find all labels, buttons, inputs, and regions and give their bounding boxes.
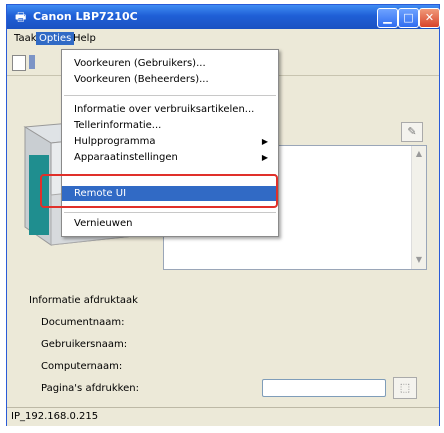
scrollbar[interactable]: ▲ ▼ <box>411 146 426 269</box>
highlight-box <box>40 174 278 208</box>
computer-name-label: Computernaam: <box>41 361 123 372</box>
scroll-up-icon[interactable]: ▲ <box>413 148 425 160</box>
menu-item-preferences-users[interactable]: Voorkeuren (Gebruikers)... <box>62 56 278 71</box>
window-title: Canon LBP7210C <box>33 10 138 23</box>
submenu-arrow-icon: ▶ <box>261 153 268 162</box>
menu-separator <box>64 212 276 213</box>
pages-progress-field <box>262 379 386 397</box>
toolbar-icon[interactable] <box>29 55 35 69</box>
status-bar: IP_192.168.0.215 <box>7 407 439 426</box>
menu-help[interactable]: Help <box>70 32 99 45</box>
menu-opties[interactable]: Opties <box>36 32 75 45</box>
menu-item-preferences-admins[interactable]: Voorkeuren (Beheerders)... <box>62 72 278 87</box>
printer-status-window: 🖶 Canon LBP7210C ▁ □ ✕ Taak Opties Help … <box>6 4 440 426</box>
minimize-button[interactable]: ▁ <box>377 8 398 28</box>
document-icon[interactable] <box>12 55 26 71</box>
title-bar: 🖶 Canon LBP7210C ▁ □ ✕ <box>7 5 440 29</box>
menu-item-utility[interactable]: Hulpprogramma ▶ <box>62 134 278 149</box>
menu-item-device-settings[interactable]: Apparaatinstellingen ▶ <box>62 150 278 165</box>
menu-bar: Taak Opties Help <box>7 30 439 48</box>
status-ip: IP_192.168.0.215 <box>11 411 99 422</box>
edit-icon[interactable]: ✎ <box>401 122 423 142</box>
submenu-arrow-icon: ▶ <box>261 137 268 146</box>
pages-printed-label: Pagina's afdrukken: <box>41 383 139 394</box>
menu-separator <box>64 95 276 96</box>
close-button[interactable]: ✕ <box>419 8 440 28</box>
menu-item-refresh[interactable]: Vernieuwen <box>62 216 278 231</box>
user-name-label: Gebruikersnaam: <box>41 339 128 350</box>
job-info-title: Informatie afdruktaak <box>29 295 138 306</box>
page-icon[interactable]: ⬚ <box>393 377 417 399</box>
maximize-button[interactable]: □ <box>398 8 419 28</box>
options-dropdown: Voorkeuren (Gebruikers)... Voorkeuren (B… <box>61 49 279 237</box>
scroll-down-icon[interactable]: ▼ <box>413 254 425 266</box>
printer-icon: 🖶 <box>15 10 27 24</box>
menu-item-consumables[interactable]: Informatie over verbruiksartikelen... <box>62 102 278 117</box>
document-name-label: Documentnaam: <box>41 317 125 328</box>
menu-item-counter-info[interactable]: Tellerinformatie... <box>62 118 278 133</box>
